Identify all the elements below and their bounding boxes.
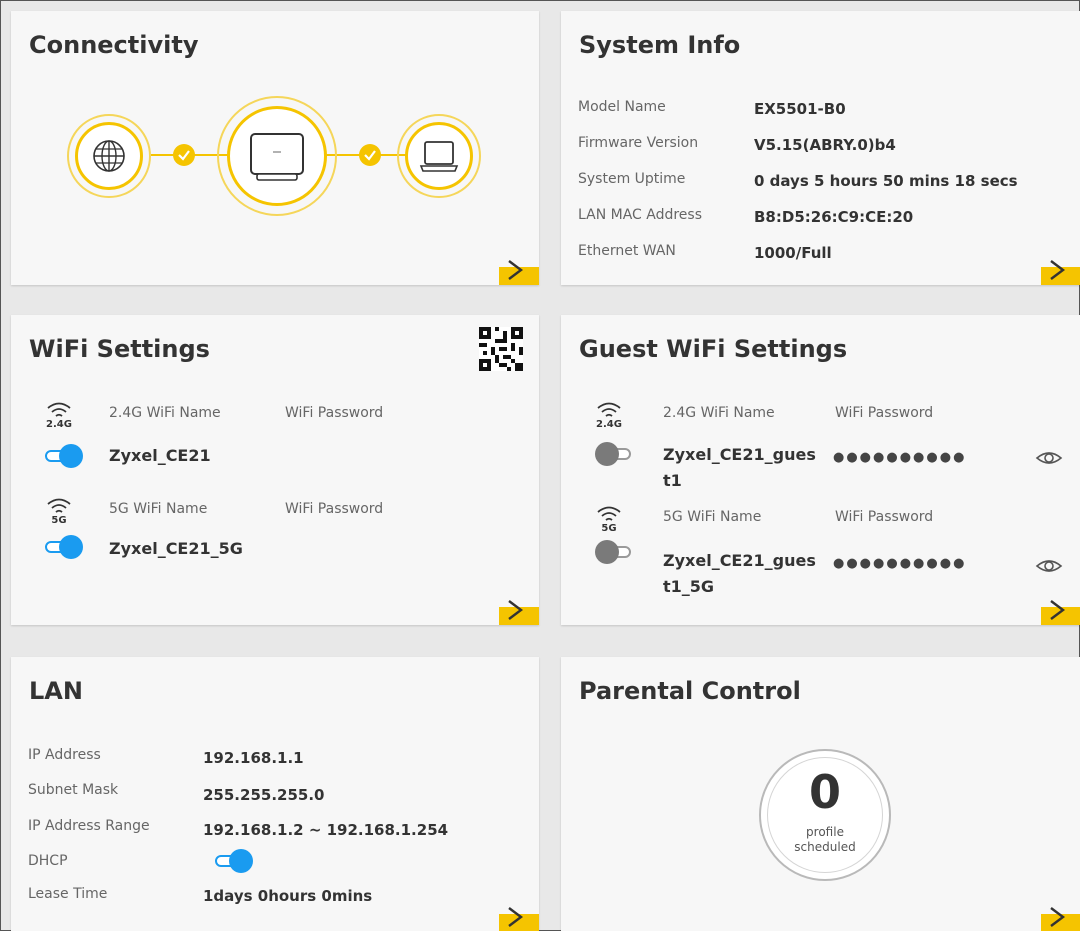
- wifi-settings-title: WiFi Settings: [29, 335, 210, 363]
- subnet-mask-label: Subnet Mask: [28, 782, 119, 798]
- dashboard: Connectivity System Info Model Name EX55…: [0, 0, 1080, 931]
- schedule-counter: 0 profile scheduled: [759, 749, 891, 881]
- guest-24g-toggle[interactable]: [595, 442, 633, 466]
- wifi-5g-name-label: 5G WiFi Name: [109, 501, 208, 517]
- chevron-right-icon: [1050, 260, 1065, 280]
- ip-address-label: IP Address: [28, 747, 101, 763]
- model-name-value: EX5501-B0: [754, 100, 846, 118]
- guest-5g-password: ●●●●●●●●●●: [833, 556, 967, 571]
- lan-title: LAN: [29, 677, 83, 705]
- wifi-5g-toggle[interactable]: [45, 535, 83, 559]
- connectivity-more-button[interactable]: [499, 255, 539, 285]
- lan-mac-label: LAN MAC Address: [578, 207, 703, 223]
- system-uptime-value: 0 days 5 hours 50 mins 18 secs: [754, 172, 1018, 190]
- ip-range-label: IP Address Range: [28, 818, 150, 834]
- laptop-icon: [419, 141, 459, 172]
- guest-24g-password: ●●●●●●●●●●: [833, 450, 967, 465]
- profile-label: profile: [806, 825, 844, 839]
- band-label: 5G: [51, 515, 67, 526]
- guest-5g-name-label: 5G WiFi Name: [663, 509, 762, 525]
- wifi-24g-password-label: WiFi Password: [285, 405, 384, 421]
- guest-5g-ssid: Zyxel_CE21_gues: [663, 551, 816, 570]
- wifi-24g-ssid: Zyxel_CE21: [109, 446, 211, 465]
- toggle-knob: [595, 442, 619, 466]
- wifi-icon: 5G: [594, 503, 624, 537]
- parental-control-title: Parental Control: [579, 677, 801, 705]
- model-name-label: Model Name: [578, 99, 666, 115]
- wifi-icon: 5G: [44, 495, 74, 529]
- eye-icon[interactable]: [1035, 556, 1063, 576]
- toggle-knob: [229, 849, 253, 873]
- system-info-card: System Info Model Name EX5501-B0 Firmwar…: [561, 11, 1080, 285]
- lan-more-button[interactable]: [499, 902, 539, 931]
- system-info-more-button[interactable]: [1041, 255, 1080, 285]
- lease-time-label: Lease Time: [28, 886, 108, 902]
- lease-time-value: 1days 0hours 0mins: [203, 887, 373, 905]
- dhcp-toggle[interactable]: [215, 849, 253, 873]
- router-node[interactable]: [227, 106, 327, 206]
- toggle-knob: [59, 535, 83, 559]
- firmware-version-label: Firmware Version: [578, 135, 699, 151]
- firmware-version-value: V5.15(ABRY.0)b4: [754, 136, 896, 154]
- guest-24g-name-label: 2.4G WiFi Name: [663, 405, 775, 421]
- device-node[interactable]: [405, 122, 473, 190]
- ethernet-wan-value: 1000/Full: [754, 244, 832, 262]
- chevron-right-icon: [508, 907, 523, 927]
- guest-5g-ssid-continued: t1_5G: [663, 577, 715, 596]
- guest-24g-password-label: WiFi Password: [835, 405, 934, 421]
- profile-count: 0: [808, 765, 841, 819]
- chevron-right-icon: [508, 600, 523, 620]
- connectivity-title: Connectivity: [29, 31, 199, 59]
- ip-address-value: 192.168.1.1: [203, 749, 304, 767]
- system-uptime-label: System Uptime: [578, 171, 686, 187]
- guest-24g-ssid-continued: t1: [663, 471, 682, 490]
- chevron-right-icon: [508, 260, 523, 280]
- band-label: 2.4G: [596, 419, 622, 430]
- lan-mac-value: B8:D5:26:C9:CE:20: [754, 208, 914, 226]
- dhcp-label: DHCP: [28, 853, 68, 869]
- wifi-settings-more-button[interactable]: [499, 595, 539, 625]
- parental-control-more-button[interactable]: [1041, 902, 1080, 931]
- connectivity-card: Connectivity: [11, 11, 539, 285]
- wifi-icon: 2.4G: [594, 399, 624, 433]
- ip-range-value: 192.168.1.2 ~ 192.168.1.254: [203, 821, 449, 839]
- chevron-right-icon: [1050, 600, 1065, 620]
- wifi-5g-password-label: WiFi Password: [285, 501, 384, 517]
- wifi-5g-ssid: Zyxel_CE21_5G: [109, 539, 243, 558]
- guest-wifi-more-button[interactable]: [1041, 595, 1080, 625]
- internet-node[interactable]: [75, 122, 143, 190]
- router-icon: [250, 133, 304, 181]
- check-icon: [173, 144, 195, 166]
- scheduled-label: scheduled: [794, 840, 856, 854]
- system-info-title: System Info: [579, 31, 741, 59]
- guest-5g-toggle[interactable]: [595, 540, 633, 564]
- band-label: 5G: [601, 523, 617, 534]
- check-icon: [359, 144, 381, 166]
- lan-card: LAN IP Address 192.168.1.1 Subnet Mask 2…: [11, 657, 539, 931]
- guest-24g-ssid: Zyxel_CE21_gues: [663, 445, 816, 464]
- ethernet-wan-label: Ethernet WAN: [578, 243, 676, 259]
- guest-wifi-title: Guest WiFi Settings: [579, 335, 848, 363]
- wifi-24g-toggle[interactable]: [45, 444, 83, 468]
- chevron-right-icon: [1050, 907, 1065, 927]
- eye-icon[interactable]: [1035, 448, 1063, 468]
- band-label: 2.4G: [46, 419, 72, 430]
- parental-control-card: Parental Control 0 profile scheduled: [561, 657, 1080, 931]
- guest-wifi-card: Guest WiFi Settings 2.4G 2.4G WiFi Name …: [561, 315, 1080, 625]
- guest-5g-password-label: WiFi Password: [835, 509, 934, 525]
- wifi-settings-card: WiFi Settings 2.4G 2.4G WiFi Name WiFi P…: [11, 315, 539, 625]
- wifi-icon: 2.4G: [44, 399, 74, 433]
- toggle-knob: [59, 444, 83, 468]
- toggle-knob: [595, 540, 619, 564]
- globe-icon: [93, 140, 125, 172]
- qr-code-icon[interactable]: [479, 327, 523, 371]
- wifi-24g-name-label: 2.4G WiFi Name: [109, 405, 221, 421]
- subnet-mask-value: 255.255.255.0: [203, 786, 325, 804]
